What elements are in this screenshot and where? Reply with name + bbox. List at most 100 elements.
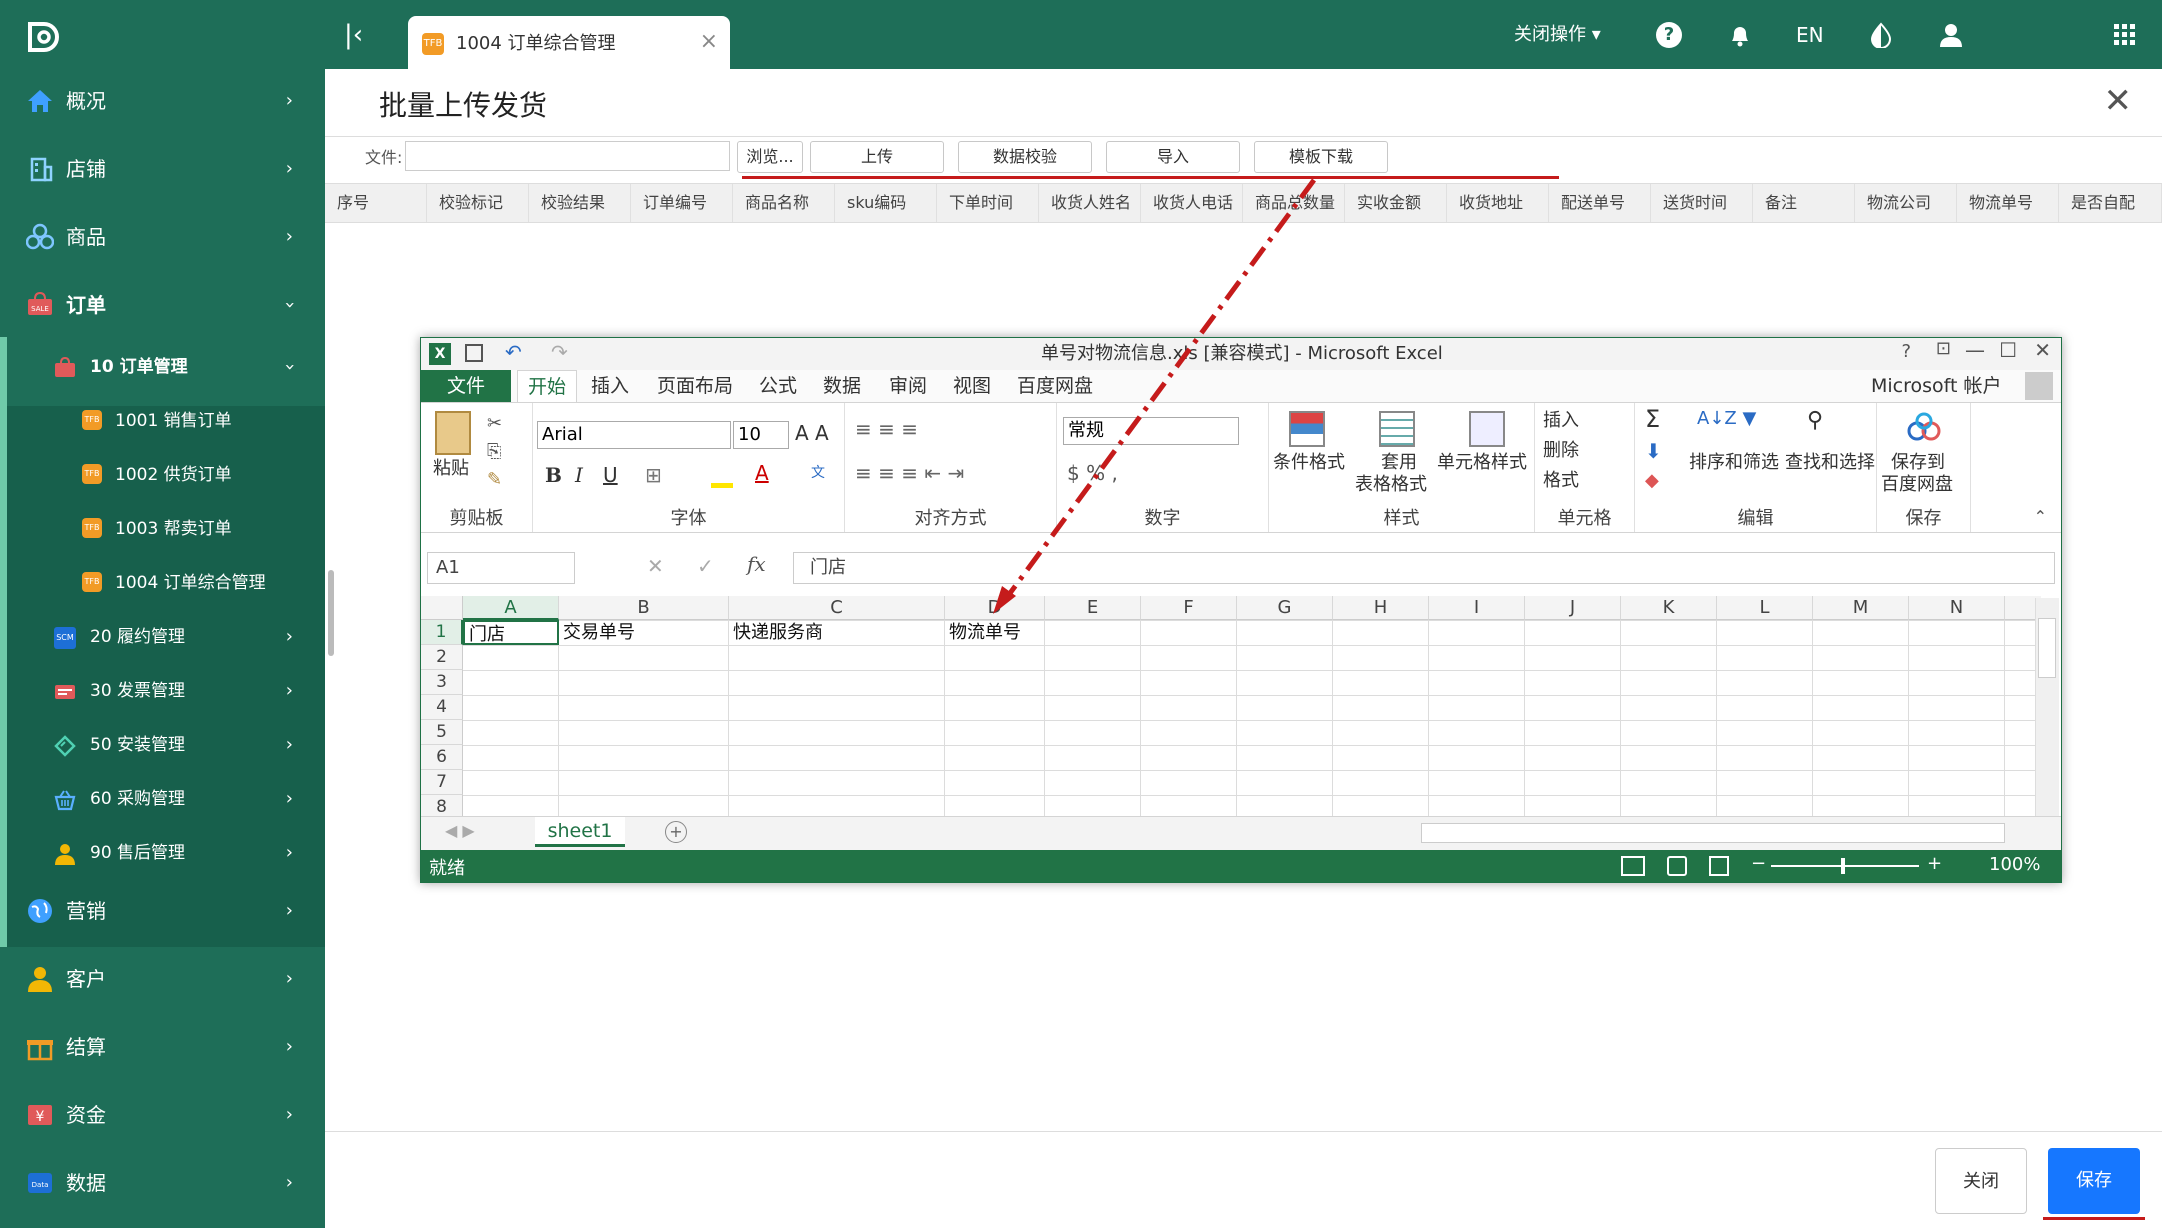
column-header[interactable]: 物流单号 — [1957, 184, 2059, 222]
sidebar-item-order-overview[interactable]: TFB 1004 订单综合管理 — [0, 553, 325, 613]
sidebar-item-customer[interactable]: 客户 › — [0, 949, 325, 1009]
ribbon-display-icon: ⊡ — [1935, 338, 1951, 359]
maximize-icon: ☐ — [1999, 338, 2017, 362]
cancel-formula-icon: ✕ — [647, 554, 664, 578]
row-number: 5 — [421, 720, 463, 745]
sidebar-item-goods[interactable]: 商品 › — [0, 207, 325, 267]
sidebar-item-after-sales[interactable]: 90 售后管理 › — [0, 823, 325, 883]
clipboard-group-label: 剪贴板 — [449, 508, 504, 529]
excel-status-bar: 就绪 − + 100% — [421, 850, 2061, 882]
user-avatar-icon[interactable] — [1938, 22, 1964, 48]
row-number: 3 — [421, 670, 463, 695]
sidebar-item-label: 结算 — [66, 1035, 106, 1059]
annotation-underline — [742, 176, 1559, 179]
grow-font-icon: A A — [795, 421, 829, 445]
table-format-label-1: 套用 — [1381, 452, 1417, 473]
theme-contrast-icon[interactable] — [1868, 22, 1894, 48]
column-header[interactable]: 是否自配 — [2059, 184, 2162, 222]
data-icon: Data — [28, 1173, 52, 1193]
minimize-icon: — — [1965, 338, 1985, 362]
tab-1004-order-management[interactable]: TFB 1004 订单综合管理 × — [408, 16, 730, 69]
browse-button[interactable]: 浏览... — [737, 141, 803, 173]
column-header[interactable]: 收货人姓名 — [1039, 184, 1141, 222]
sidebar-item-supply-orders[interactable]: TFB 1002 供货订单 — [0, 445, 325, 505]
column-header[interactable]: 下单时间 — [937, 184, 1039, 222]
sidebar-item-order-management[interactable]: 10 订单管理 › — [0, 337, 325, 397]
chevron-right-icon: › — [285, 90, 293, 111]
sidebar-item-resale-orders[interactable]: TFB 1003 帮卖订单 — [0, 499, 325, 559]
find-select-label: 查找和选择 — [1785, 452, 1875, 473]
close-operations-dropdown[interactable]: 关闭操作 ▾ — [1514, 20, 1601, 50]
sidebar-item-label: 1004 订单综合管理 — [115, 573, 266, 593]
column-header[interactable]: 收货地址 — [1447, 184, 1549, 222]
sidebar-item-label: 客户 — [66, 967, 106, 991]
validate-button[interactable]: 数据校验 — [958, 141, 1092, 173]
column-header[interactable]: 备注 — [1753, 184, 1855, 222]
delete-cells-label: 删除 — [1543, 440, 1579, 461]
add-sheet-icon: + — [665, 821, 687, 843]
sidebar-item-overview[interactable]: 概况 › — [0, 71, 325, 131]
column-header[interactable]: 物流公司 — [1855, 184, 1957, 222]
column-header[interactable]: 商品总数量 — [1243, 184, 1345, 222]
language-toggle[interactable]: EN — [1796, 20, 1824, 50]
save-to-baidu-label-2: 百度网盘 — [1881, 474, 1953, 495]
close-dialog-icon[interactable]: ✕ — [2104, 81, 2133, 121]
column-header[interactable]: 序号 — [325, 184, 427, 222]
enter-formula-icon: ✓ — [697, 554, 714, 578]
sidebar-item-sales-orders[interactable]: TFB 1001 销售订单 — [0, 391, 325, 451]
align-top-icon: ≡ ≡ ≡ — [855, 417, 918, 441]
bell-icon[interactable] — [1727, 22, 1753, 48]
file-path-input[interactable] — [405, 141, 730, 171]
column-header[interactable]: 商品名称 — [733, 184, 835, 222]
sidebar-item-label: 1001 销售订单 — [115, 411, 232, 431]
upload-button[interactable]: 上传 — [810, 141, 944, 173]
page-layout-icon — [1667, 856, 1687, 876]
column-header[interactable]: sku编码 — [835, 184, 937, 222]
sidebar-item-invoice[interactable]: 30 发票管理 › — [0, 661, 325, 721]
sidebar-item-install[interactable]: 50 安装管理 › — [0, 715, 325, 775]
sidebar-item-funds[interactable]: ¥ 资金 › — [0, 1085, 325, 1145]
tfb-icon: TFB — [82, 464, 102, 484]
borders-icon: ⊞ — [645, 463, 662, 487]
column-header[interactable]: 校验标记 — [427, 184, 529, 222]
column-header[interactable]: 校验结果 — [529, 184, 631, 222]
font-color-icon: A — [755, 461, 769, 485]
column-header[interactable]: 实收金额 — [1345, 184, 1447, 222]
italic-icon: I — [575, 463, 583, 487]
tab-close-icon[interactable]: × — [700, 29, 718, 54]
column-header[interactable]: 送货时间 — [1651, 184, 1753, 222]
row-number: 4 — [421, 695, 463, 720]
number-format-combo: 常规 — [1063, 417, 1239, 445]
sidebar-item-marketing[interactable]: 营销 › — [0, 881, 325, 941]
invoice-icon — [55, 685, 75, 699]
chevron-right-icon: › — [285, 158, 293, 179]
save-button[interactable]: 保存 — [2048, 1148, 2140, 1214]
import-button[interactable]: 导入 — [1106, 141, 1240, 173]
cell-b1: 交易单号 — [563, 622, 635, 643]
column-header[interactable]: 配送单号 — [1549, 184, 1651, 222]
sidebar-item-purchase[interactable]: 60 采购管理 › — [0, 769, 325, 829]
status-ready: 就绪 — [429, 858, 465, 879]
template-download-button[interactable]: 模板下载 — [1254, 141, 1388, 173]
find-icon: ⚲ — [1807, 408, 1824, 433]
sidebar-item-settlement[interactable]: 结算 › — [0, 1017, 325, 1077]
help-icon[interactable]: ? — [1656, 22, 1682, 48]
excel-menu-tabs: 文件 开始 插入 页面布局 公式 数据 审阅 视图 百度网盘 Microsoft… — [421, 370, 2061, 402]
column-header[interactable]: 订单编号 — [631, 184, 733, 222]
undo-icon: ↶ — [505, 340, 522, 364]
normal-view-icon — [1621, 856, 1645, 876]
sidebar-item-label: 资金 — [66, 1103, 106, 1127]
app-logo-icon[interactable] — [24, 16, 64, 56]
basket-icon — [54, 790, 76, 811]
sidebar-item-orders[interactable]: SALE 订单 › — [0, 275, 325, 335]
sidebar-item-store[interactable]: 店铺 › — [0, 139, 325, 199]
collapse-sidebar-icon[interactable]: |‹ — [344, 19, 363, 51]
column-header[interactable]: 收货人电话 — [1141, 184, 1243, 222]
sidebar-item-fulfillment[interactable]: SCM 20 履约管理 › — [0, 607, 325, 667]
sidebar-item-data[interactable]: Data 数据 › — [0, 1153, 325, 1213]
row-number: 7 — [421, 770, 463, 795]
app-grid-icon[interactable] — [2114, 24, 2136, 46]
bold-icon: B — [545, 463, 562, 487]
style-group-label: 样式 — [1383, 508, 1420, 529]
close-button[interactable]: 关闭 — [1935, 1148, 2027, 1214]
